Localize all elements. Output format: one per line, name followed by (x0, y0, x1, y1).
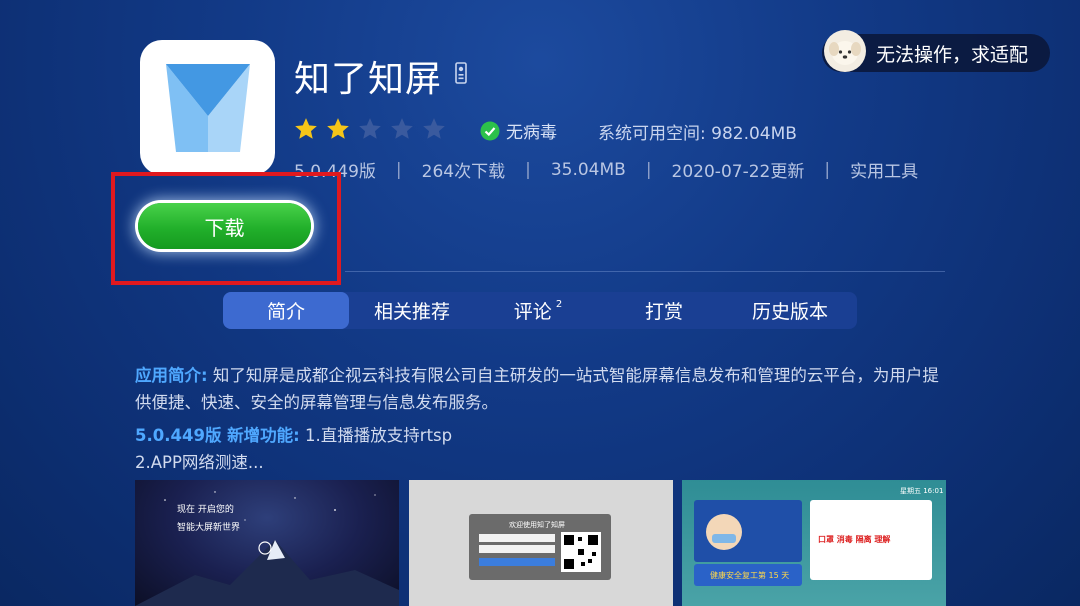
starry-mountain-image (135, 491, 399, 606)
star-empty-icon (359, 118, 381, 139)
doctor-avatar-icon (706, 514, 742, 550)
star-empty-icon (391, 118, 413, 139)
section-divider (345, 271, 945, 272)
star-filled-icon (295, 118, 317, 139)
meta-separator: | (395, 159, 402, 180)
username-field (479, 534, 555, 542)
screenshot-3[interactable]: 星期五 16:01 口罩 消毒 隔离 理解 健康安全复工第 15 天 (682, 480, 946, 606)
tab-reward[interactable]: 打赏 (601, 292, 727, 329)
cartoon-panel (694, 500, 802, 562)
star-filled-icon (327, 118, 349, 139)
intro-text: 知了知屏是成都企视云科技有限公司自主研发的一站式智能屏幕信息发布和管理的云平台，… (135, 366, 939, 412)
meta-separator: | (645, 159, 652, 180)
adaptation-request-button[interactable]: 无法操作，求适配 (822, 30, 1050, 72)
storage-space-text: 系统可用空间: 982.04MB (598, 124, 797, 144)
safety-banner: 健康安全复工第 15 天 (694, 564, 802, 586)
tab-related[interactable]: 相关推荐 (349, 292, 475, 329)
screenshot-1[interactable]: 现在 开启您的 智能大屏新世界 (135, 480, 399, 606)
comment-count-badge: 2 (555, 299, 563, 310)
qr-code-icon (561, 532, 601, 572)
login-button (479, 558, 555, 566)
notice-panel: 口罩 消毒 隔离 理解 (810, 500, 932, 580)
password-field (479, 545, 555, 553)
shot3-time: 星期五 16:01 (900, 487, 944, 495)
tab-intro[interactable]: 简介 (223, 292, 349, 329)
notice-text: 无法操作，求适配 (876, 43, 1029, 66)
tab-label: 打赏 (644, 301, 683, 323)
tab-bar: 简介 相关推荐 评论 2 打赏 历史版本 (223, 292, 857, 329)
login-dialog: 欢迎使用知了知屏 (469, 514, 611, 580)
app-description: 应用简介: 知了知屏是成都企视云科技有限公司自主研发的一站式智能屏幕信息发布和管… (135, 362, 945, 416)
tab-label: 简介 (266, 301, 305, 323)
size-text: 35.04MB (550, 159, 626, 180)
features-text: 1.直播播放支持rtsp (299, 426, 453, 445)
features-more: 2.APP网络测速... (135, 453, 264, 472)
tab-label: 历史版本 (751, 301, 828, 323)
check-circle-icon (480, 121, 500, 140)
remote-control-icon (455, 62, 467, 84)
tab-label: 评论 (513, 301, 552, 323)
tab-history[interactable]: 历史版本 (727, 292, 853, 329)
features-label: 5.0.449版 新增功能: (135, 426, 300, 445)
app-icon (140, 40, 275, 175)
intro-label: 应用简介: (135, 366, 208, 385)
downloads-text: 264次下载 (421, 162, 506, 182)
star-empty-icon (423, 118, 445, 139)
virus-free-label: 无病毒 (506, 123, 557, 143)
meta-separator: | (824, 159, 831, 180)
shot3-headline: 口罩 消毒 隔离 理解 (818, 535, 891, 544)
tab-label: 相关推荐 (373, 301, 450, 323)
new-features: 5.0.449版 新增功能: 1.直播播放支持rtsp 2.APP网络测速... (135, 422, 945, 476)
meta-separator: | (525, 159, 531, 180)
virus-free-badge: 无病毒 (480, 118, 557, 143)
dog-avatar-icon (824, 30, 866, 72)
shot1-line1: 现在 开启您的 (177, 505, 234, 515)
tab-comments[interactable]: 评论 2 (475, 292, 601, 329)
updated-text: 2020-07-22更新 (671, 162, 805, 182)
shot3-banner: 健康安全复工第 15 天 (710, 571, 790, 580)
rating-stars (293, 116, 447, 142)
category-text: 实用工具 (850, 162, 919, 182)
app-title: 知了知屏 (294, 59, 443, 100)
focus-highlight-box (111, 172, 341, 285)
shot2-title: 欢迎使用知了知屏 (509, 521, 565, 529)
app-meta-row: 5.0.449版 | 264次下载 | 35.04MB | 2020-07-22… (294, 157, 919, 183)
screenshot-2[interactable]: 欢迎使用知了知屏 (409, 480, 673, 606)
shot1-line2: 智能大屏新世界 (177, 523, 241, 533)
